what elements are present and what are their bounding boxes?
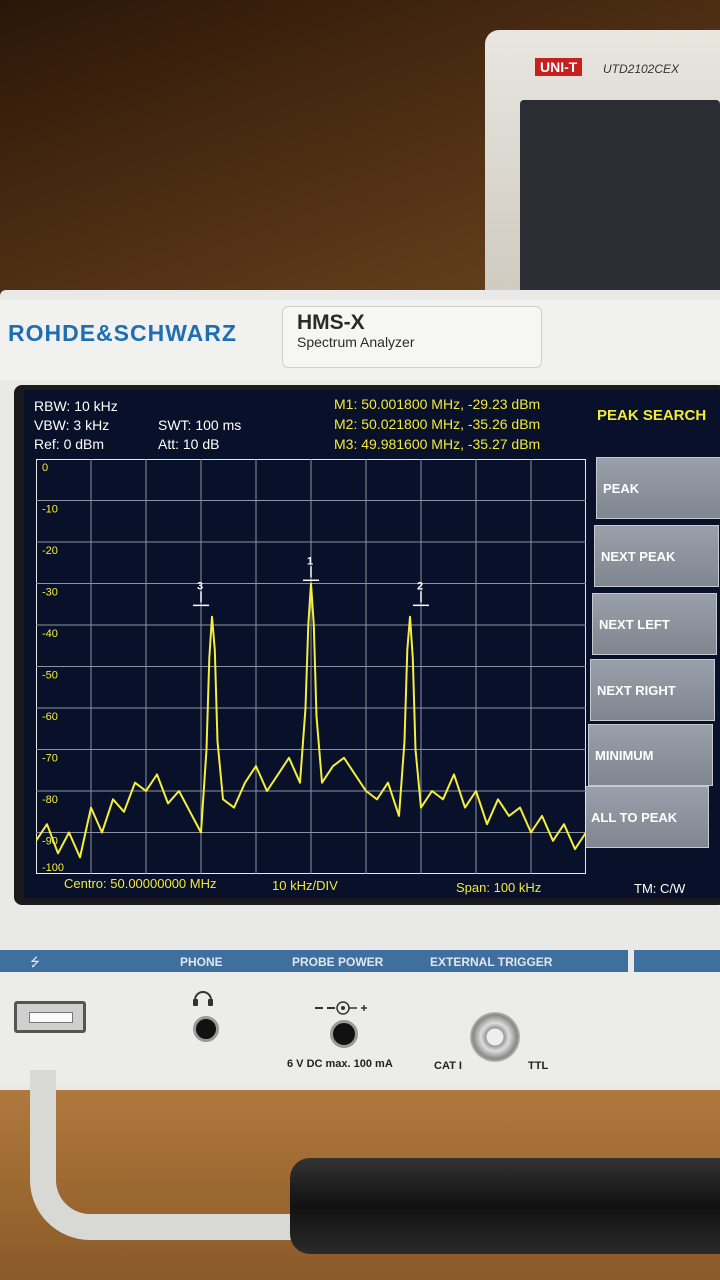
model-name: HMS-X [297, 311, 365, 334]
headphone-icon [193, 991, 213, 1006]
softkey-next-right[interactable]: NEXT RIGHT [590, 659, 715, 721]
softkey-minimum[interactable]: MINIMUM [588, 724, 713, 786]
marker-3-label: 3 [197, 580, 203, 592]
rbw-readout: RBW: 10 kHz [34, 398, 118, 414]
y-tick-label: -10 [42, 504, 58, 516]
softkey-next-peak[interactable]: NEXT PEAK [594, 525, 719, 587]
probe-power-label: PROBE POWER [292, 955, 384, 969]
y-tick-label: -80 [42, 794, 58, 806]
spectrum-plot[interactable]: 0-10-20-30-40-50-60-70-80-90-100123 [36, 459, 586, 874]
trace-mode: TM: C/W [634, 881, 686, 896]
probe-power-spec: 6 V DC max. 100 mA [287, 1058, 393, 1070]
background-device-screen [520, 100, 720, 300]
y-tick-label: -20 [42, 545, 58, 557]
menu-title: PEAK SEARCH [597, 407, 707, 424]
y-tick-label: 0 [42, 462, 48, 474]
softkey-all-to-peak[interactable]: ALL TO PEAK [584, 786, 709, 848]
model-subtitle: Spectrum Analyzer [297, 334, 415, 350]
instrument-handle [30, 1070, 330, 1240]
usb-port[interactable] [14, 1001, 86, 1033]
y-tick-label: -70 [42, 753, 58, 765]
phone-label: PHONE [180, 955, 223, 969]
division-scale: 10 kHz/DIV [272, 878, 338, 893]
background-device-model: UTD2102CEX [603, 62, 680, 76]
ref-readout: Ref: 0 dBm [34, 436, 105, 452]
marker-2-readout: M2: 50.021800 MHz, -35.26 dBm [334, 416, 541, 432]
marker-1-readout: M1: 50.001800 MHz, -29.23 dBm [334, 396, 541, 412]
att-readout: Att: 10 dB [158, 436, 220, 452]
cat-rating: CAT I [434, 1060, 462, 1072]
background-oscilloscope: UNI-T UTD2102CEX [485, 30, 720, 300]
softkey-peak[interactable]: PEAK [596, 457, 720, 519]
y-tick-label: -100 [42, 862, 64, 874]
marker-2-label: 2 [417, 580, 423, 592]
marker-1-label: 1 [307, 555, 313, 567]
polarity-icon [315, 1001, 367, 1015]
trigger-bnc-connector[interactable] [470, 1012, 522, 1084]
brand-logo: ROHDE&SCHWARZ [8, 320, 237, 346]
y-tick-label: -50 [42, 670, 58, 682]
phone-jack[interactable] [193, 1016, 219, 1042]
y-tick-label: -60 [42, 711, 58, 723]
span-readout: Span: 100 kHz [456, 880, 542, 895]
usb-icon: ⭍ [30, 955, 40, 969]
y-tick-label: -30 [42, 587, 58, 599]
background-device-brand: UNI-T [535, 58, 583, 76]
marker-3-readout: M3: 49.981600 MHz, -35.27 dBm [334, 436, 541, 452]
ttl-label: TTL [528, 1060, 549, 1072]
swt-readout: SWT: 100 ms [158, 417, 242, 433]
handle-grip [290, 1158, 720, 1254]
softkey-next-left[interactable]: NEXT LEFT [592, 593, 717, 655]
y-tick-label: -40 [42, 628, 58, 640]
probe-power-jack[interactable] [330, 1020, 358, 1048]
external-trigger-label: EXTERNAL TRIGGER [430, 955, 553, 969]
center-frequency: Centro: 50.00000000 MHz [64, 876, 217, 891]
vbw-readout: VBW: 3 kHz [34, 417, 110, 433]
